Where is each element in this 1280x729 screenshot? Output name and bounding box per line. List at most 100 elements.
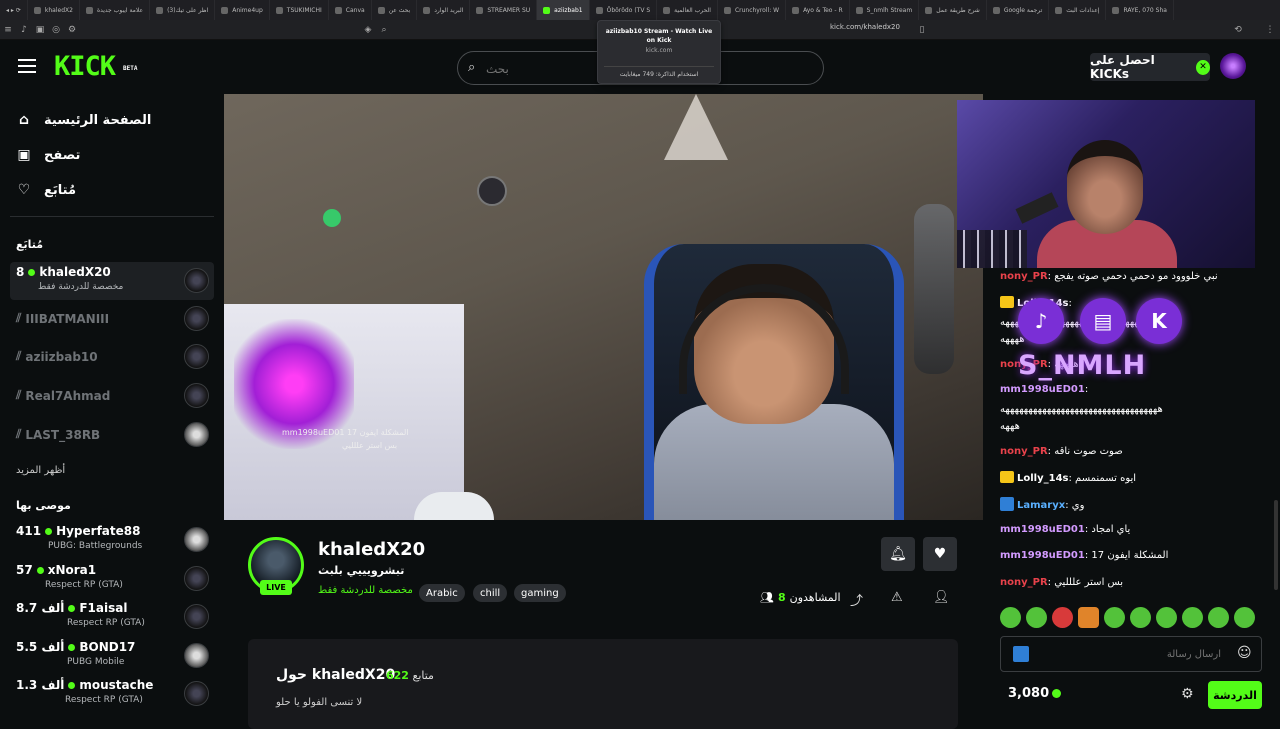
music-icon[interactable]: ♪ xyxy=(16,25,32,35)
share-icon[interactable]: ⤴ xyxy=(850,590,863,609)
tag-chill[interactable]: chill xyxy=(473,584,508,602)
nav-home[interactable]: ⌂ الصفحة الرئيسية xyxy=(16,112,151,128)
tab[interactable]: khaledX2 xyxy=(28,0,80,20)
chat-username[interactable]: Lamaryx xyxy=(1017,500,1065,511)
emote-icon[interactable] xyxy=(1156,607,1177,628)
tab[interactable]: RAYE, 070 Sha xyxy=(1106,0,1174,20)
search-icon[interactable]: ⌕ xyxy=(376,25,392,35)
chat-send-button[interactable]: الدردشة xyxy=(1208,681,1262,709)
whatsapp-icon[interactable]: ◎ xyxy=(48,25,64,35)
bookmark-icon[interactable]: ▯ xyxy=(914,25,930,35)
tab[interactable]: شرح طريقة عمل xyxy=(919,0,987,20)
sidebar-channel-offline[interactable]: ⫽ Real7Ahmad xyxy=(10,377,214,415)
tab-label: شرح طريقة عمل xyxy=(936,6,980,14)
report-icon[interactable]: ⚠ xyxy=(891,590,903,605)
followers-count: 622 متابع xyxy=(386,669,434,682)
notifications-button[interactable]: 🔔︎ xyxy=(881,537,915,571)
tab[interactable]: TSUKIMICHI xyxy=(270,0,329,20)
sidebar-channel-offline[interactable]: ⫽ IIIBATMANIII xyxy=(10,300,214,338)
chat-input-box[interactable]: ☺ xyxy=(1000,636,1262,672)
user-avatar[interactable] xyxy=(1220,53,1246,79)
chat-username[interactable]: nony_PR xyxy=(1000,271,1048,282)
sidebar-recommended-channel[interactable]: 5.5 ألف BOND17 PUBG Mobile xyxy=(10,637,214,675)
tab[interactable]: Canva xyxy=(329,0,372,20)
emote-icon[interactable] xyxy=(1000,607,1021,628)
follow-user-icon[interactable]: 👤︎ xyxy=(933,590,950,605)
nav-following[interactable]: ♡ مُتابَع xyxy=(16,182,76,198)
tab-label: STREAMER SU xyxy=(487,6,531,14)
get-kicks-button[interactable]: احصل على KICKs ✕ xyxy=(1090,53,1210,81)
more-icon[interactable]: ⋮ xyxy=(1262,25,1278,35)
tab-active[interactable]: aziizbab1 xyxy=(537,0,590,20)
tab[interactable]: إعدادات البث xyxy=(1049,0,1107,20)
emote-icon[interactable] xyxy=(1104,607,1125,628)
emote-icon[interactable] xyxy=(1234,607,1255,628)
chat-username[interactable]: nony_PR xyxy=(1000,446,1048,457)
menu-icon[interactable]: ≡ xyxy=(0,25,16,35)
live-dot-icon xyxy=(68,604,76,612)
sidebar-channel-offline[interactable]: ⫽ LAST_38RB xyxy=(10,416,214,454)
tab[interactable]: STREAMER SU xyxy=(470,0,538,20)
video-player[interactable]: mm1998uED01 المشكلة ايفون 17 بس استر علل… xyxy=(224,94,983,520)
viewer-count: 411 xyxy=(16,524,42,538)
tab[interactable]: علامة ايبوب جديدة xyxy=(80,0,151,20)
nav-browse[interactable]: ▣ تصفح xyxy=(16,147,80,163)
tab[interactable]: Ōbōrōdo (TV S xyxy=(590,0,658,20)
sidebar-channel-khaledx20[interactable]: 8 khaledX20 مخصصة للدردشة فقط xyxy=(10,262,214,300)
twitch-icon: ▤ xyxy=(1080,298,1126,344)
kick-logo[interactable]: KICK BETA xyxy=(54,52,137,82)
sidebar-channel-offline[interactable]: ⫽ aziizbab10 xyxy=(10,338,214,376)
sidebar-recommended-channel[interactable]: 8.7 ألف F1aisal Respect RP (GTA) xyxy=(10,598,214,636)
emote-icon[interactable] xyxy=(1130,607,1151,628)
show-more-link[interactable]: أظهر المزيد xyxy=(16,465,65,476)
emote-icon[interactable] xyxy=(1026,607,1047,628)
follow-button[interactable]: ♥ xyxy=(923,537,957,571)
tab[interactable]: Crunchyroll: W xyxy=(718,0,787,20)
tab[interactable]: الحرب العالمية xyxy=(657,0,718,20)
chat-message-cont: ههههه xyxy=(1000,333,1024,347)
hamburger-menu-icon[interactable] xyxy=(18,59,36,73)
channel-avatar xyxy=(184,643,209,668)
chat-username[interactable]: nony_PR xyxy=(1000,577,1048,588)
emote-icon[interactable] xyxy=(1182,607,1203,628)
offline-icon: ⫽ xyxy=(16,388,22,402)
channel-title[interactable]: khaledX20 xyxy=(318,539,425,560)
emote-icon[interactable] xyxy=(1208,607,1229,628)
tab-label: البريد الوارد xyxy=(434,6,464,14)
tab[interactable]: Google ترجمة xyxy=(987,0,1050,20)
chat-settings-icon[interactable]: ⚙ xyxy=(1181,686,1194,702)
extensions-icon[interactable]: ▣ xyxy=(32,25,48,35)
refresh-icon[interactable]: ⟲ xyxy=(1230,25,1246,35)
guitar xyxy=(914,204,954,374)
crown-badge-icon xyxy=(1000,471,1014,483)
channel-avatar xyxy=(184,383,209,408)
chat-input[interactable] xyxy=(1041,645,1221,663)
emote-icon[interactable] xyxy=(1052,607,1073,628)
sidebar-recommended-channel[interactable]: 411 Hyperfate88 PUBG: Battlegrounds xyxy=(10,521,214,559)
kicks-balance[interactable]: 3,080 xyxy=(1008,686,1062,701)
sidebar-recommended-channel[interactable]: 57 xNora1 Respect RP (GTA) xyxy=(10,560,214,598)
chat-username[interactable]: mm1998uED01 xyxy=(1000,550,1085,561)
browser-controls[interactable]: ◂ ▸ ⟳ xyxy=(0,0,28,20)
sidebar-recommended-channel[interactable]: 1.3 ألف moustache Respect RP (GTA) xyxy=(10,675,214,713)
tab[interactable]: البريد الوارد xyxy=(417,0,471,20)
chat-username[interactable]: Lolly_14s xyxy=(1017,473,1068,484)
chat-username[interactable]: mm1998uED01 xyxy=(1000,524,1085,535)
stream-category[interactable]: مخصصة للدردشة فقط xyxy=(318,585,413,596)
tab[interactable]: Anime4up xyxy=(215,0,270,20)
chat-username[interactable]: mm1998uED01 xyxy=(1000,384,1085,395)
tag-gaming[interactable]: gaming xyxy=(514,584,566,602)
tab[interactable]: بحث عن xyxy=(372,0,418,20)
shield-icon[interactable]: ◈ xyxy=(360,25,376,35)
emote-icon[interactable] xyxy=(1078,607,1099,628)
tag-arabic[interactable]: Arabic xyxy=(419,584,465,602)
settings-icon[interactable]: ⚙ xyxy=(64,25,80,35)
tab[interactable]: S_nmlh Stream xyxy=(850,0,920,20)
emoji-picker-icon[interactable]: ☺ xyxy=(1237,645,1252,661)
tab[interactable]: Ayo & Teo - R xyxy=(786,0,850,20)
offline-icon: ⫽ xyxy=(16,311,22,325)
url-field[interactable]: kick.com/khaledx20 xyxy=(830,23,900,31)
tab-label: TSUKIMICHI xyxy=(286,6,322,14)
tab[interactable]: (3)اظر على تيك xyxy=(150,0,216,20)
page-scrollbar[interactable] xyxy=(1274,500,1278,590)
